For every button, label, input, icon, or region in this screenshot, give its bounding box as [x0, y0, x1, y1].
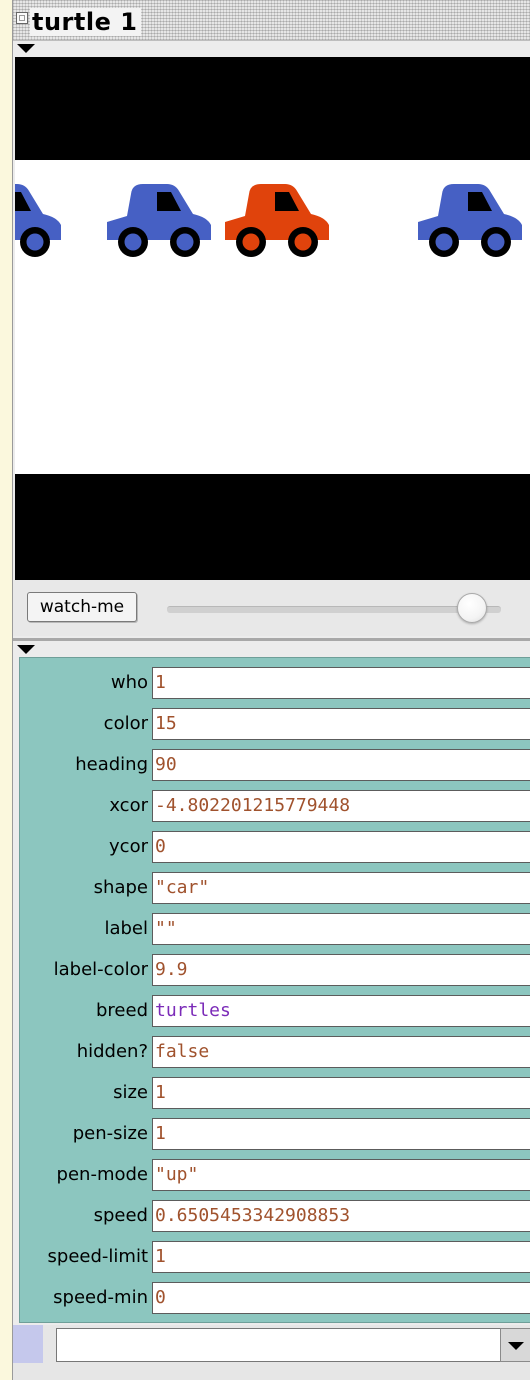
property-row: size 1 [20, 1076, 530, 1110]
car-icon [418, 184, 522, 257]
property-row: who 1 [20, 666, 530, 700]
property-value-field[interactable]: turtles [152, 995, 530, 1027]
collapse-triangle-icon[interactable] [17, 44, 35, 53]
property-row: shape "car" [20, 871, 530, 905]
property-label: xcor [109, 795, 148, 816]
property-value-field[interactable]: 1 [152, 1118, 530, 1150]
turtle-view [15, 57, 530, 580]
zoom-slider-knob[interactable] [457, 593, 487, 623]
property-label: speed-limit [47, 1246, 148, 1267]
watch-me-button[interactable]: watch-me [27, 592, 137, 622]
property-label: pen-mode [56, 1164, 148, 1185]
property-row: pen-size 1 [20, 1117, 530, 1151]
car-icon [107, 184, 211, 257]
property-label: color [103, 713, 148, 734]
property-row: label "" [20, 912, 530, 946]
property-value-field[interactable]: 0 [152, 1282, 530, 1314]
property-value-field[interactable]: 9.9 [152, 954, 530, 986]
property-row: heading 90 [20, 748, 530, 782]
property-label: label [104, 918, 148, 939]
property-label: speed-min [53, 1287, 148, 1308]
property-value-field[interactable]: 90 [152, 749, 530, 781]
command-center-tab[interactable] [13, 1325, 43, 1363]
property-label: pen-size [72, 1123, 148, 1144]
car-icon [225, 184, 329, 257]
close-box-icon[interactable] [16, 12, 28, 24]
property-value-field[interactable]: "up" [152, 1159, 530, 1191]
property-label: label-color [53, 959, 148, 980]
window-title: turtle 1 [30, 8, 142, 36]
property-value-field[interactable]: false [152, 1036, 530, 1068]
view-controls: watch-me [13, 580, 530, 636]
property-row: label-color 9.9 [20, 953, 530, 987]
command-center [13, 1325, 530, 1380]
property-row: xcor -4.802201215779448 [20, 789, 530, 823]
property-value-field[interactable]: "car" [152, 872, 530, 904]
property-row: ycor 0 [20, 830, 530, 864]
property-row: speed-limit 1 [20, 1240, 530, 1274]
property-label: size [113, 1082, 148, 1103]
property-label: speed [93, 1205, 148, 1226]
property-value-field[interactable]: 0.6505453342908853 [152, 1200, 530, 1232]
section-divider [13, 638, 530, 641]
property-label: shape [93, 877, 148, 898]
property-label: ycor [109, 836, 148, 857]
property-label: hidden? [76, 1041, 148, 1062]
property-label: breed [95, 1000, 148, 1021]
property-row: color 15 [20, 707, 530, 741]
property-row: hidden? false [20, 1035, 530, 1069]
property-row: breed turtles [20, 994, 530, 1028]
title-bar[interactable]: turtle 1 [13, 0, 530, 41]
zoom-slider-track[interactable] [167, 606, 501, 613]
car-icon [15, 184, 61, 257]
property-row: pen-mode "up" [20, 1158, 530, 1192]
property-value-field[interactable]: 0 [152, 831, 530, 863]
property-label: who [110, 672, 148, 693]
property-value-field[interactable]: 15 [152, 708, 530, 740]
property-value-field[interactable]: -4.802201215779448 [152, 790, 530, 822]
dropdown-arrow-icon[interactable] [500, 1328, 530, 1362]
property-value-field[interactable]: 1 [152, 1077, 530, 1109]
properties-panel: who 1 color 15 heading 90 xcor -4.802201… [19, 657, 530, 1323]
command-input[interactable] [56, 1328, 502, 1362]
turtle-monitor-window: turtle 1 watch-me who 1 color 15 heading… [12, 0, 530, 1380]
collapse-triangle-icon[interactable] [17, 645, 35, 654]
property-value-field[interactable]: "" [152, 913, 530, 945]
property-value-field[interactable]: 1 [152, 1241, 530, 1273]
property-label: heading [75, 754, 148, 775]
property-row: speed 0.6505453342908853 [20, 1199, 530, 1233]
property-value-field[interactable]: 1 [152, 667, 530, 699]
property-row: speed-min 0 [20, 1281, 530, 1315]
